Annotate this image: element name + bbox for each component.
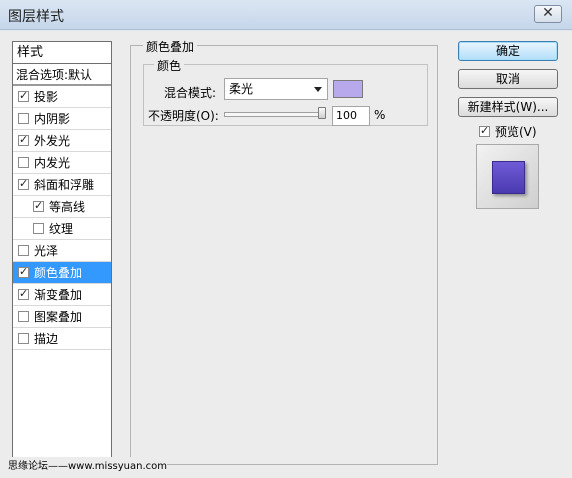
style-item-label: 颜色叠加 xyxy=(34,265,83,280)
style-item-label: 内阴影 xyxy=(34,111,71,126)
style-item-drop-shadow[interactable]: 投影 xyxy=(13,86,111,108)
cancel-button[interactable]: 取消 xyxy=(458,69,558,89)
style-item-inner-glow[interactable]: 内发光 xyxy=(13,152,111,174)
styles-header[interactable]: 样式 xyxy=(13,42,111,64)
style-item-label: 外发光 xyxy=(34,133,71,148)
blend-mode-label: 混合模式: xyxy=(164,86,217,100)
watermark: 思缘论坛——www.missyuan.com xyxy=(8,457,167,472)
gradient-overlay-checkbox[interactable] xyxy=(18,286,29,302)
color-overlay-title: 颜色叠加 xyxy=(143,38,198,55)
style-item-label: 光泽 xyxy=(34,243,59,258)
preview-thumbnail xyxy=(492,161,525,194)
opacity-input[interactable]: 100 xyxy=(332,106,370,126)
opacity-label: 不透明度(O): xyxy=(148,109,219,123)
style-item-outer-glow[interactable]: 外发光 xyxy=(13,130,111,152)
opacity-unit: % xyxy=(374,108,386,122)
bevel-emboss-checkbox[interactable] xyxy=(18,176,29,192)
ok-button[interactable]: 确定 xyxy=(458,41,558,61)
style-item-contour[interactable]: 等高线 xyxy=(13,196,111,218)
blend-mode-value: 柔光 xyxy=(229,82,254,96)
style-item-satin[interactable]: 光泽 xyxy=(13,240,111,262)
style-item-gradient-overlay[interactable]: 渐变叠加 xyxy=(13,284,111,306)
style-item-label: 投影 xyxy=(34,89,59,104)
styles-list: 样式 混合选项:默认 投影 内阴影 外发光 内发光 斜面和浮雕 等高线 纹理 xyxy=(12,41,112,465)
style-item-pattern-overlay[interactable]: 图案叠加 xyxy=(13,306,111,328)
inner-shadow-checkbox[interactable] xyxy=(18,113,29,124)
style-item-label: 图案叠加 xyxy=(34,309,83,324)
window-title: 图层样式 xyxy=(8,9,64,25)
style-preview xyxy=(476,144,539,209)
new-style-button[interactable]: 新建样式(W)... xyxy=(458,97,558,117)
inner-glow-checkbox[interactable] xyxy=(18,157,29,168)
style-item-label: 描边 xyxy=(34,331,59,346)
chevron-down-icon xyxy=(314,87,322,92)
outer-glow-checkbox[interactable] xyxy=(18,132,29,148)
style-item-label: 斜面和浮雕 xyxy=(34,177,95,192)
style-item-bevel-emboss[interactable]: 斜面和浮雕 xyxy=(13,174,111,196)
texture-checkbox[interactable] xyxy=(33,223,44,234)
opacity-slider-thumb[interactable] xyxy=(318,107,326,119)
dialog-body: 样式 混合选项:默认 投影 内阴影 外发光 内发光 斜面和浮雕 等高线 纹理 xyxy=(0,31,572,478)
style-item-color-overlay[interactable]: 颜色叠加 xyxy=(13,262,111,284)
preview-label: 预览(V) xyxy=(495,125,537,139)
style-item-label: 等高线 xyxy=(49,199,86,214)
drop-shadow-checkbox[interactable] xyxy=(18,88,29,104)
preview-toggle[interactable]: 预览(V) xyxy=(479,123,537,140)
style-item-texture[interactable]: 纹理 xyxy=(13,218,111,240)
color-overlay-checkbox[interactable] xyxy=(18,264,29,280)
close-button[interactable]: ✕ xyxy=(534,5,562,23)
stroke-checkbox[interactable] xyxy=(18,333,29,344)
blend-mode-select[interactable]: 柔光 xyxy=(224,78,328,100)
title-bar: 图层样式 ✕ xyxy=(0,0,572,30)
satin-checkbox[interactable] xyxy=(18,245,29,256)
pattern-overlay-checkbox[interactable] xyxy=(18,311,29,322)
preview-checkbox[interactable] xyxy=(479,123,490,139)
opacity-slider-track[interactable] xyxy=(224,112,326,117)
style-item-stroke[interactable]: 描边 xyxy=(13,328,111,350)
overlay-color-swatch[interactable] xyxy=(333,80,363,98)
style-item-label: 渐变叠加 xyxy=(34,287,83,302)
blend-options-item[interactable]: 混合选项:默认 xyxy=(13,64,111,86)
style-item-label: 纹理 xyxy=(49,221,74,236)
contour-checkbox[interactable] xyxy=(33,198,44,214)
color-subgroup-title: 颜色 xyxy=(154,57,185,74)
style-item-inner-shadow[interactable]: 内阴影 xyxy=(13,108,111,130)
style-item-label: 内发光 xyxy=(34,155,71,170)
